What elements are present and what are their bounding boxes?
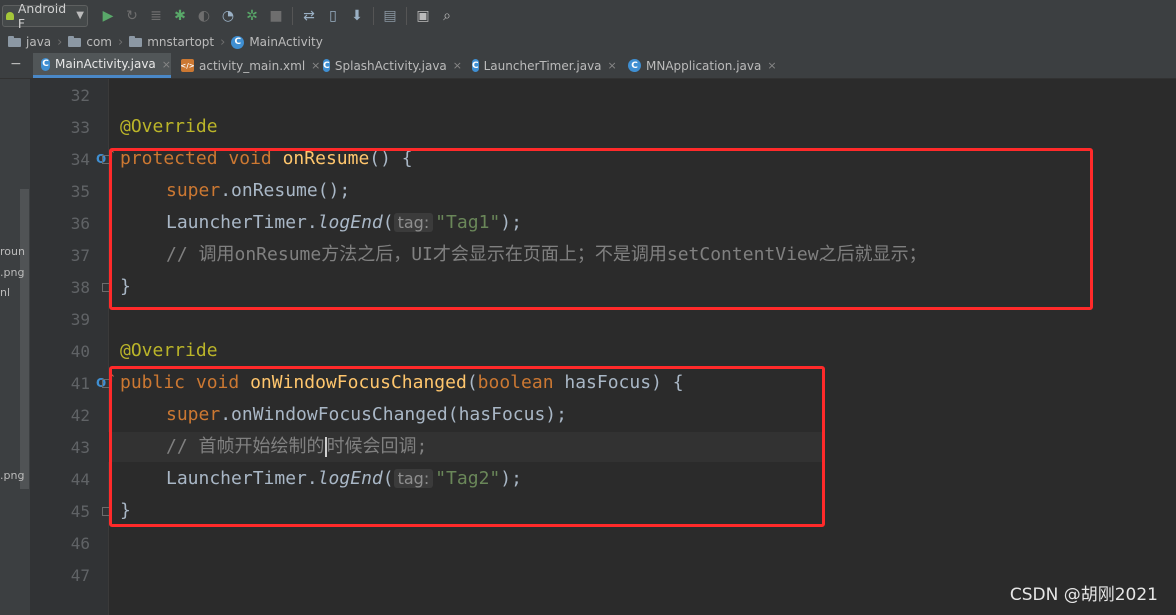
code-line-40: @Override (120, 340, 218, 361)
highlight-box-onresume (109, 148, 1093, 310)
class-icon: C (323, 59, 330, 72)
chevron-right-icon: › (57, 34, 63, 50)
project-tree-item[interactable]: nl (0, 286, 10, 299)
chevron-right-icon: › (118, 34, 124, 50)
project-tree-item[interactable]: .png (0, 469, 24, 482)
line-number: 43 (70, 438, 90, 457)
line-number: 38 (70, 278, 90, 297)
line-number: 37 (70, 246, 90, 265)
line-number: 47 (70, 566, 90, 585)
run-configuration-select[interactable]: Android F ▼ (2, 1, 88, 31)
class-icon: C (41, 57, 50, 71)
project-scrollbar[interactable] (20, 189, 29, 489)
close-icon[interactable]: × (767, 59, 776, 72)
editor-gutter: 32 33 34 35 36 37 38 39 40 41 42 43 44 4… (30, 79, 116, 615)
folder-icon (129, 35, 143, 47)
watermark: CSDN @胡刚2021 (1009, 585, 1158, 605)
line-number: 45 (70, 502, 90, 521)
sync-gradle-icon[interactable]: ⇄ (297, 4, 321, 28)
coverage-icon[interactable]: ≣ (144, 4, 168, 28)
debug-icon[interactable]: ↻ (120, 4, 144, 28)
sdk-manager-icon[interactable]: ⬇ (345, 4, 369, 28)
avd-manager-icon[interactable]: ▯ (321, 4, 345, 28)
line-number: 35 (70, 182, 90, 201)
main-toolbar: Android F ▼ ▶ ↻ ≣ ✱ ◐ ◔ ✲ ■ ⇄ ▯ ⬇ ▤ ▣ ⌕ (0, 0, 1176, 32)
terminal-icon[interactable]: ▣ (411, 4, 435, 28)
profile-icon[interactable]: ✱ (168, 4, 192, 28)
code-line-33: @Override (120, 116, 218, 137)
line-number: 39 (70, 310, 90, 329)
toolbar-divider (373, 6, 374, 25)
run-configuration-label: Android F (17, 0, 67, 31)
tab-activity-main[interactable]: </> activity_main.xml × (173, 53, 320, 78)
line-number: 40 (70, 342, 90, 361)
project-structure-icon[interactable]: ▤ (378, 4, 402, 28)
line-number: 46 (70, 534, 90, 553)
xml-file-icon: </> (180, 59, 195, 72)
line-number: 42 (70, 406, 90, 425)
folder-icon (68, 35, 82, 47)
line-number: 33 (70, 118, 90, 137)
line-number: 34 (70, 150, 90, 169)
breadcrumb: java › com › mnstartopt › C MainActivity (0, 31, 1176, 54)
line-number: 36 (70, 214, 90, 233)
line-number: 41 (70, 374, 90, 393)
editor-tabs: − C MainActivity.java × </> activity_mai… (0, 53, 1176, 79)
project-tree-item[interactable]: .png (0, 266, 24, 279)
toolbar-divider (406, 6, 407, 25)
breadcrumb-item-java[interactable]: java (8, 35, 51, 49)
folder-icon (8, 35, 21, 47)
breadcrumb-item-mainactivity[interactable]: C MainActivity (231, 35, 323, 49)
highlight-box-onwindowfocuschanged (109, 366, 825, 527)
chevron-right-icon: › (220, 34, 226, 50)
toolbar-divider (292, 6, 293, 25)
search-icon[interactable]: ⌕ (435, 4, 459, 28)
class-icon: C (231, 35, 245, 49)
close-icon[interactable]: × (608, 59, 617, 72)
chevron-down-icon: ▼ (76, 10, 84, 21)
class-icon: C (628, 59, 641, 72)
class-icon: C (472, 59, 479, 72)
tab-mnapplication[interactable]: C MNApplication.java × (620, 53, 780, 78)
run-icon[interactable]: ▶ (96, 4, 120, 28)
android-icon (6, 11, 14, 20)
attach-debugger-icon[interactable]: ◐ (192, 4, 216, 28)
minus-icon[interactable]: − (10, 56, 26, 72)
close-icon[interactable]: × (162, 58, 171, 71)
close-icon[interactable]: × (453, 59, 462, 72)
line-number: 44 (70, 470, 90, 489)
breadcrumb-item-mnstartopt[interactable]: mnstartopt (129, 35, 214, 49)
bug-icon[interactable]: ✲ (240, 4, 264, 28)
project-panel[interactable]: roun .png nl .png (0, 79, 30, 615)
breadcrumb-item-com[interactable]: com (68, 35, 112, 49)
tab-launchertimer[interactable]: C LauncherTimer.java × (464, 53, 617, 78)
apply-changes-icon[interactable]: ◔ (216, 4, 240, 28)
line-number: 32 (70, 86, 90, 105)
tab-splashactivity[interactable]: C SplashActivity.java × (315, 53, 462, 78)
tab-mainactivity[interactable]: C MainActivity.java × (33, 53, 171, 78)
project-tree-item[interactable]: roun (0, 245, 25, 258)
stop-icon[interactable]: ■ (264, 4, 288, 28)
